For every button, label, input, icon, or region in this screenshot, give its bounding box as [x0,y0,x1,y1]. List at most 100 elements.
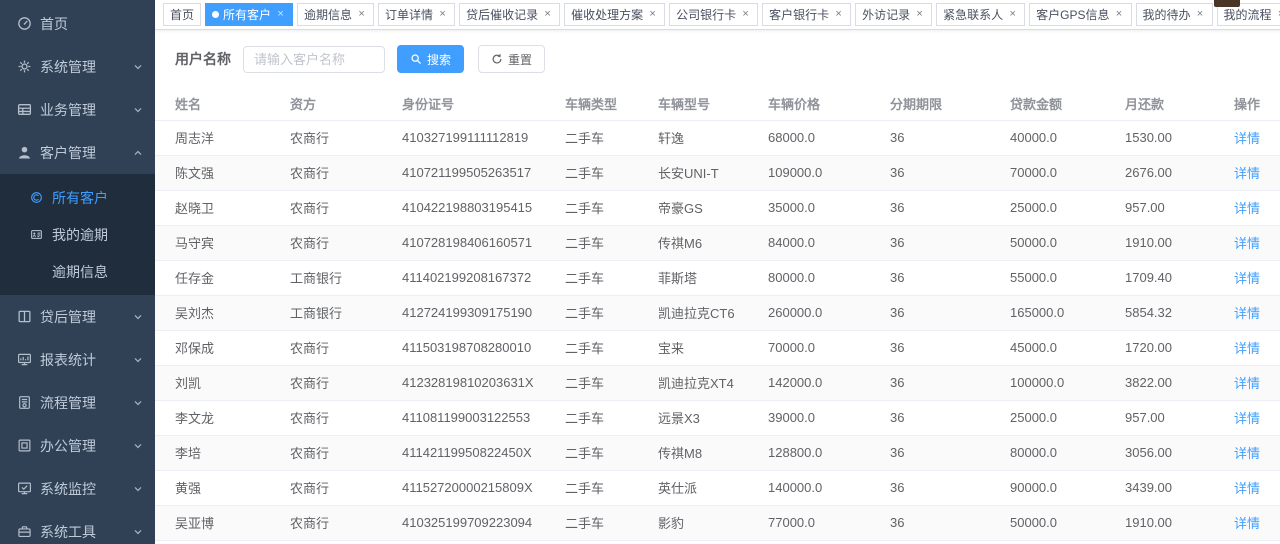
table-cell: 36 [870,400,990,435]
tab-item-11[interactable]: 我的待办× [1136,3,1213,26]
table-cell: 109000.0 [748,155,870,190]
sidebar-item-1[interactable]: 系统管理 [0,45,155,88]
detail-link[interactable]: 详情 [1234,516,1260,531]
detail-link[interactable]: 详情 [1234,201,1260,216]
tab-item-3[interactable]: 订单详情× [378,3,455,26]
table-cell-action: 详情 [1225,330,1280,365]
table-cell: 凯迪拉克XT4 [638,365,748,400]
tab-item-1[interactable]: 所有客户× [205,3,293,26]
table-cell: 农商行 [270,155,382,190]
detail-link[interactable]: 详情 [1234,271,1260,286]
table-cell: 工商银行 [270,295,382,330]
table-cell: 1530.00 [1105,120,1225,155]
table-cell: 100000.0 [990,365,1105,400]
monitor-icon [17,481,32,496]
search-button[interactable]: 搜索 [397,45,464,73]
tab-item-2[interactable]: 逾期信息× [297,3,374,26]
detail-link[interactable]: 详情 [1234,376,1260,391]
close-icon[interactable]: × [914,9,925,20]
sidebar-item-6[interactable]: 流程管理 [0,381,155,424]
table-row: 陈文强农商行410721199505263517二手车长安UNI-T109000… [155,155,1280,190]
chevron-down-icon [133,105,143,115]
sidebar-item-5[interactable]: 报表统计 [0,338,155,381]
sidebar-item-8[interactable]: 系统监控 [0,467,155,510]
tab-item-10[interactable]: 客户GPS信息× [1029,3,1131,26]
table-cell: 411081199003122553 [382,400,545,435]
tab-item-8[interactable]: 外访记录× [855,3,932,26]
main-area: 首页所有客户×逾期信息×订单详情×贷后催收记录×催收处理方案×公司银行卡×客户银… [155,0,1280,544]
close-icon[interactable]: × [1114,9,1125,20]
tab-label: 客户银行卡 [769,6,829,23]
sidebar-item-4[interactable]: 贷后管理 [0,295,155,338]
close-icon[interactable]: × [1276,9,1280,20]
detail-link[interactable]: 详情 [1234,446,1260,461]
table-cell: 36 [870,505,990,540]
table-cell: 80000.0 [748,260,870,295]
column-header: 资方 [270,88,382,120]
close-icon[interactable]: × [647,9,658,20]
table-cell: 90000.0 [990,470,1105,505]
table-cell: 957.00 [1105,400,1225,435]
search-toolbar: 用户名称 搜索 重置 [155,45,1280,73]
sidebar-item-9[interactable]: 系统工具 [0,510,155,544]
column-header: 姓名 [155,88,270,120]
idcard-icon [30,228,43,241]
table-cell: 工商银行 [270,260,382,295]
table-cell: 77000.0 [748,505,870,540]
table-cell-action: 详情 [1225,400,1280,435]
submenu-item-0[interactable]: 所有客户 [0,179,155,216]
table-cell: 39000.0 [748,400,870,435]
submenu-item-1[interactable]: 我的逾期 [0,216,155,253]
close-icon[interactable]: × [437,9,448,20]
detail-link[interactable]: 详情 [1234,411,1260,426]
close-icon[interactable]: × [1195,9,1206,20]
table-cell: 轩逸 [638,540,748,544]
column-header: 分期期限 [870,88,990,120]
close-icon[interactable]: × [542,9,553,20]
column-header: 月还款 [1105,88,1225,120]
table-cell-action: 详情 [1225,190,1280,225]
sidebar-item-0[interactable]: 首页 [0,2,155,45]
close-icon[interactable]: × [740,9,751,20]
close-icon[interactable]: × [356,9,367,20]
sidebar-item-3[interactable]: 客户管理 [0,131,155,174]
submenu-item-label: 所有客户 [52,188,108,208]
detail-link[interactable]: 详情 [1234,131,1260,146]
tab-item-6[interactable]: 公司银行卡× [669,3,758,26]
close-icon[interactable]: × [275,9,286,20]
table-cell: 165000.0 [990,295,1105,330]
detail-link[interactable]: 详情 [1234,236,1260,251]
close-icon[interactable]: × [833,9,844,20]
dashboard-icon [17,16,32,31]
detail-link[interactable]: 详情 [1234,341,1260,356]
sidebar-item-7[interactable]: 办公管理 [0,424,155,467]
tab-label: 首页 [170,6,194,23]
table-cell: 二手车 [545,540,638,544]
tab-item-4[interactable]: 贷后催收记录× [459,3,560,26]
book-icon [17,309,32,324]
sidebar-item-2[interactable]: 业务管理 [0,88,155,131]
submenu-item-2[interactable]: 逾期信息 [0,253,155,290]
tab-item-9[interactable]: 紧急联系人× [936,3,1025,26]
reset-button-label: 重置 [508,51,532,68]
content-area: 用户名称 搜索 重置 [155,30,1280,544]
tab-item-7[interactable]: 客户银行卡 × [762,3,851,26]
detail-link[interactable]: 详情 [1234,306,1260,321]
table-cell-action: 详情 [1225,295,1280,330]
table-cell: 36 [870,295,990,330]
table-cell: 50000.0 [990,505,1105,540]
search-input[interactable] [243,46,385,73]
tab-item-5[interactable]: 催收处理方案× [564,3,665,26]
table-cell: 宝来 [638,330,748,365]
table-cell: 农商行 [270,400,382,435]
table-cell: 36 [870,190,990,225]
table-cell: 李培 [155,435,270,470]
detail-link[interactable]: 详情 [1234,481,1260,496]
reset-button[interactable]: 重置 [478,45,545,73]
table-cell: 3439.00 [1105,470,1225,505]
table-cell: 5854.32 [1105,295,1225,330]
close-icon[interactable]: × [1007,9,1018,20]
chevron-down-icon [133,398,143,408]
tab-item-0[interactable]: 首页 [163,3,201,26]
detail-link[interactable]: 详情 [1234,166,1260,181]
